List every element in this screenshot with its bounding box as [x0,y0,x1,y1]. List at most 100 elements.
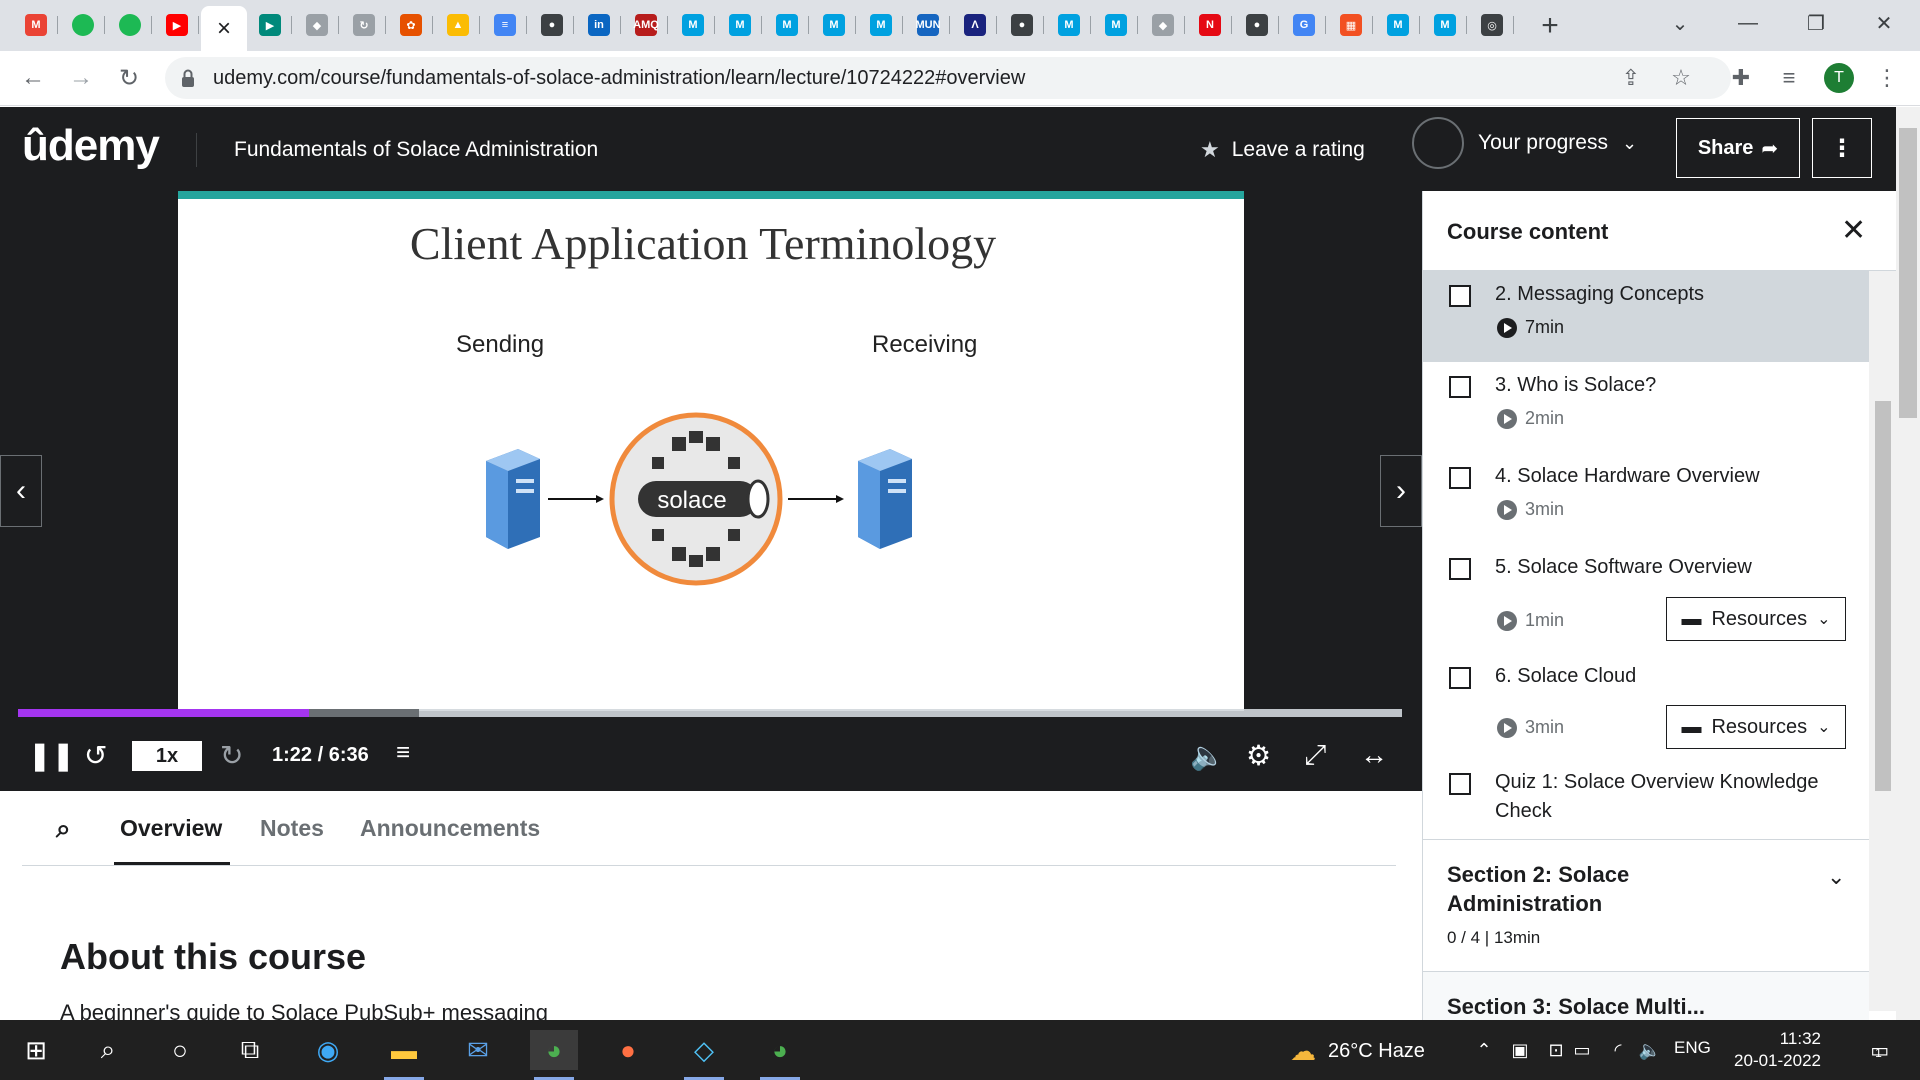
cortana-icon[interactable]: ○ [156,1030,204,1070]
lecture-item[interactable]: 2. Messaging Concepts 7min [1423,271,1869,362]
browser-tab[interactable]: ● [532,7,572,43]
lecture-item[interactable]: 5. Solace Software Overview 1min ▬ Resour… [1423,544,1869,651]
back-button[interactable]: ← [16,61,50,95]
bookmark-star-icon[interactable]: ☆ [1664,61,1698,95]
chrome-profile-icon[interactable]: ◕ [756,1030,804,1080]
notifications-icon[interactable]: ▭ 1 [1852,1030,1900,1070]
tab-announcements[interactable]: Announcements [360,815,540,842]
volume-icon[interactable]: 🔈 [1190,739,1225,772]
browser-tab[interactable]: ✿ [391,7,431,43]
browser-tab[interactable]: ▲ [438,7,478,43]
progress-dropdown[interactable]: Your progress ⌄ [1412,117,1637,169]
browser-tab[interactable]: G [1284,7,1324,43]
tab-search-chevron-icon[interactable]: ⌄ [1650,0,1710,46]
browser-tab[interactable]: M [16,7,56,43]
next-lecture-button[interactable]: › [1380,455,1422,527]
browser-tab[interactable]: M [861,7,901,43]
browser-tab[interactable]: M [814,7,854,43]
file-explorer-icon[interactable]: ▬ [380,1030,428,1080]
forward-icon[interactable]: ↻ [220,739,243,772]
share-button[interactable]: Share ➦ [1676,118,1800,178]
profile-avatar[interactable]: T [1824,63,1854,93]
browser-tab[interactable]: M [1425,7,1465,43]
omnibox[interactable]: udemy.com/course/fundamentals-of-solace-… [165,57,1731,99]
new-tab-button[interactable]: + [1532,8,1568,44]
resources-button[interactable]: ▬ Resources ⌄ [1666,705,1846,749]
checkbox[interactable] [1449,667,1471,689]
browser-tab[interactable]: AMQ [626,7,666,43]
section-header[interactable]: Section 2: Solace Administration ⌄ 0 / 4… [1423,839,1869,971]
browser-tab[interactable]: MUN [908,7,948,43]
minimize-button[interactable]: — [1718,0,1778,46]
checkbox[interactable] [1449,558,1471,580]
lecture-item[interactable]: 3. Who is Solace? 2min [1423,362,1869,453]
forward-button[interactable]: → [64,61,98,95]
checkbox[interactable] [1449,467,1471,489]
previous-lecture-button[interactable]: ‹ [0,455,42,527]
course-title[interactable]: Fundamentals of Solace Administration [234,138,598,162]
reload-button[interactable]: ↻ [112,61,146,95]
fullscreen-icon[interactable]: ⤢ [1304,739,1326,772]
browser-tab[interactable]: ◎ [1472,7,1512,43]
browser-tab[interactable]: M [720,7,760,43]
tab-overview[interactable]: Overview [120,815,222,842]
sidebar-scroll-thumb[interactable] [1875,401,1891,791]
chrome-icon[interactable]: ◕ [530,1030,578,1080]
lecture-item[interactable]: 4. Solace Hardware Overview 3min [1423,453,1869,544]
checkbox[interactable] [1449,376,1471,398]
close-tab-icon[interactable]: × [217,15,231,43]
search-icon[interactable]: ⌕ [56,813,71,845]
browser-tab[interactable]: ▦ [1331,7,1371,43]
page-scroll-thumb[interactable] [1899,128,1917,418]
browser-tab[interactable]: Λ [955,7,995,43]
browser-tab[interactable]: ◆ [297,7,337,43]
browser-tab[interactable] [63,7,103,43]
browser-tab[interactable]: in [579,7,619,43]
checkbox[interactable] [1449,773,1471,795]
tab-notes[interactable]: Notes [260,815,324,842]
task-view-icon[interactable]: ⧉ [226,1030,274,1070]
udemy-logo[interactable]: ûdemy [22,121,160,171]
settings-gear-icon[interactable]: ⚙ [1246,739,1271,772]
app-icon[interactable]: ◇ [680,1030,728,1080]
browser-menu-icon[interactable]: ⋮ [1870,61,1904,95]
resources-button[interactable]: ▬ Resources ⌄ [1666,597,1846,641]
browser-tab[interactable]: N [1190,7,1230,43]
quiz-item[interactable]: Quiz 1: Solace Overview Knowledge Check [1423,759,1869,839]
browser-tab[interactable] [110,7,150,43]
browser-tab[interactable]: M [767,7,807,43]
browser-tab[interactable]: ● [1002,7,1042,43]
windows-start-icon[interactable]: ⊞ [12,1030,60,1070]
clock[interactable]: 11:32 20-01-2022 [1725,1028,1821,1072]
browser-tab[interactable]: M [673,7,713,43]
mail-icon[interactable]: ✉ [454,1030,502,1070]
weather-widget[interactable]: ☁ 26°C Haze [1290,1036,1425,1067]
pause-icon[interactable]: ❚❚ [28,739,75,772]
browser-tab[interactable]: M [1096,7,1136,43]
browser-tab[interactable]: ● [1237,7,1277,43]
edge-icon[interactable]: ◉ [304,1030,352,1070]
language-indicator[interactable]: ENG [1674,1038,1711,1058]
share-page-icon[interactable]: ⇪ [1614,61,1648,95]
video-player[interactable]: Client Application Terminology Sending R… [0,191,1422,791]
postman-icon[interactable]: ● [604,1030,652,1070]
extensions-icon[interactable]: ✚ [1724,61,1758,95]
media-control-icon[interactable]: ≡ [1772,61,1806,95]
leave-rating-button[interactable]: ★ Leave a rating [1200,137,1365,163]
active-browser-tab[interactable]: × [201,6,247,51]
playback-speed-button[interactable]: 1x [132,741,202,771]
close-window-button[interactable]: ✕ [1854,0,1914,46]
rewind-icon[interactable]: ↺ [84,739,107,772]
add-note-icon[interactable]: ≡ [396,739,410,767]
search-icon[interactable]: ⌕ [84,1030,132,1070]
browser-tab[interactable]: ≡ [485,7,525,43]
browser-tab[interactable]: ◆ [1143,7,1183,43]
volume-icon[interactable]: 🔈 [1626,1030,1674,1070]
section-header[interactable]: Section 3: Solace Multi... [1423,971,1869,1020]
close-icon[interactable]: ✕ [1841,213,1866,248]
browser-tab[interactable]: ▶ [250,7,290,43]
browser-tab[interactable]: M [1049,7,1089,43]
expand-width-icon[interactable]: ↔ [1360,739,1388,771]
browser-tab[interactable]: ↻ [344,7,384,43]
more-options-button[interactable]: ⋮ [1812,118,1872,178]
